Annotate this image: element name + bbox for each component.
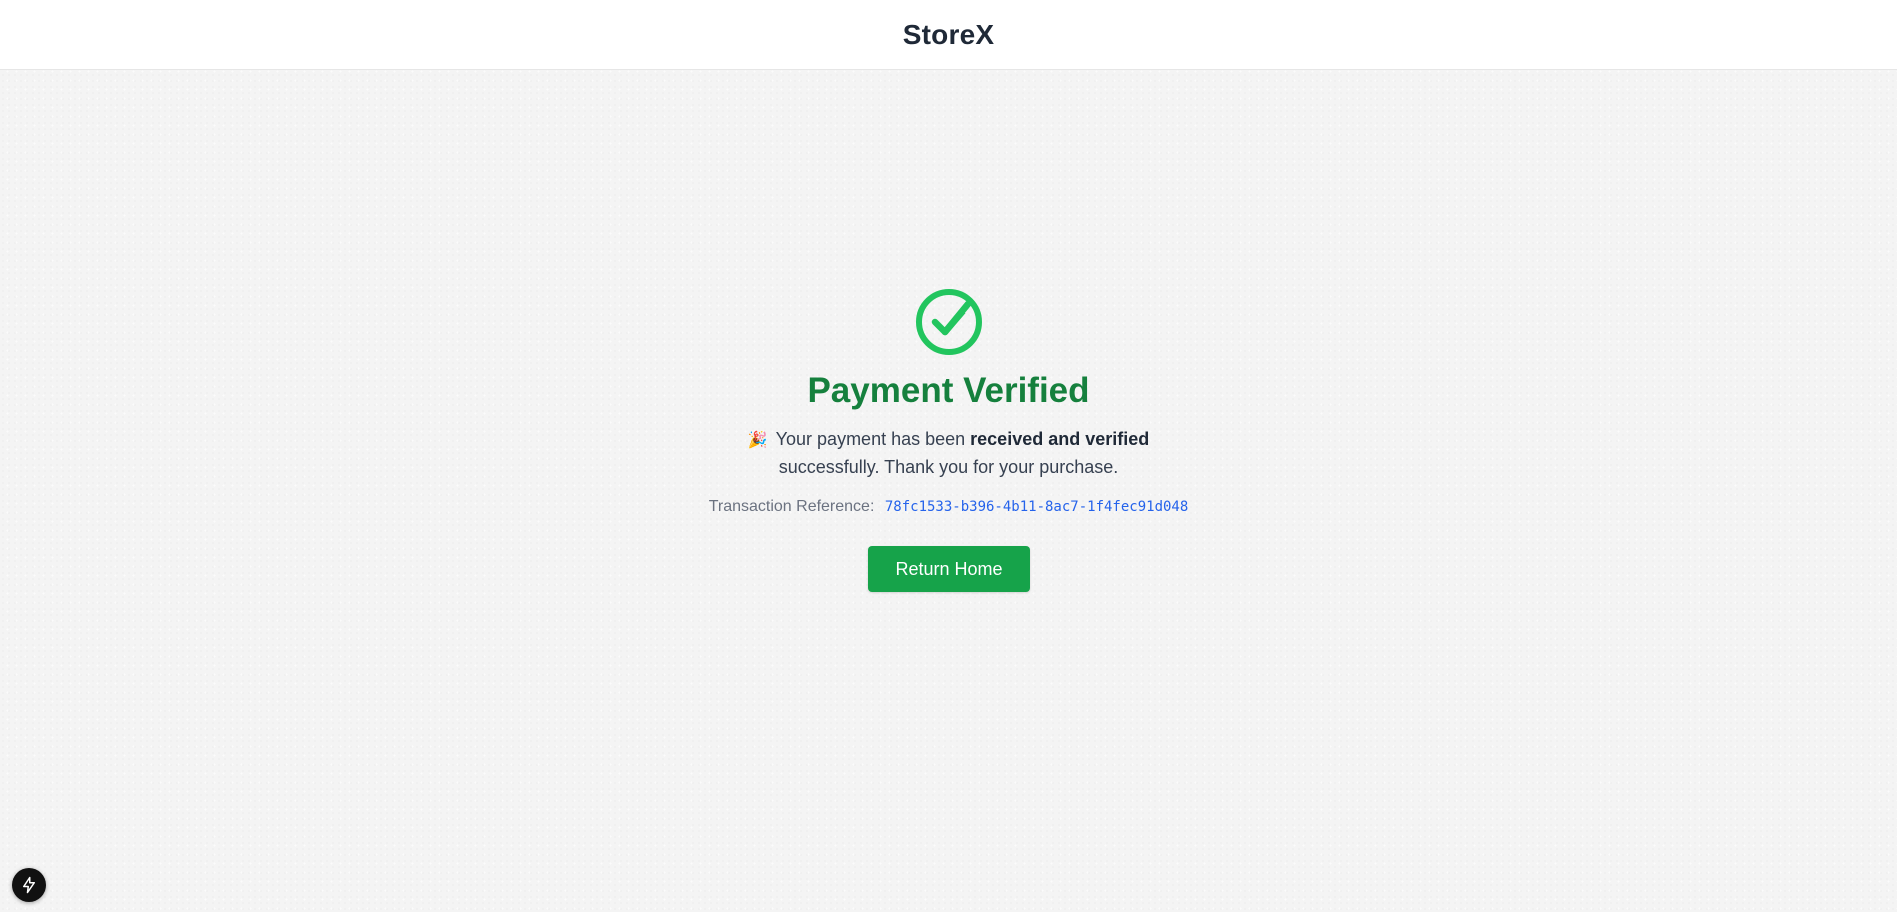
payment-result-area: Payment Verified 🎉 Your payment has been … — [0, 70, 1897, 912]
check-circle-icon — [914, 287, 984, 357]
message-suffix: successfully. Thank you for your purchas… — [778, 457, 1119, 477]
top-header: StoreX — [0, 0, 1897, 70]
message-emphasis: received and verified — [970, 429, 1150, 449]
transaction-id: 78fc1533-b396-4b11-8ac7-1f4fec91d048 — [884, 499, 1189, 515]
brand-logo-text[interactable]: StoreX — [903, 19, 994, 51]
page-title: Payment Verified — [807, 371, 1090, 410]
lightning-bolt-icon[interactable] — [12, 868, 46, 902]
transaction-label: Transaction Reference: — [708, 498, 875, 515]
return-home-button[interactable]: Return Home — [868, 546, 1030, 592]
confirmation-message: 🎉 Your payment has been received and veri… — [720, 426, 1177, 481]
transaction-reference: Transaction Reference: 78fc1533-b396-4b1… — [0, 498, 1897, 516]
party-popper-icon: 🎉 — [747, 432, 768, 449]
message-prefix: Your payment has been — [775, 429, 971, 449]
